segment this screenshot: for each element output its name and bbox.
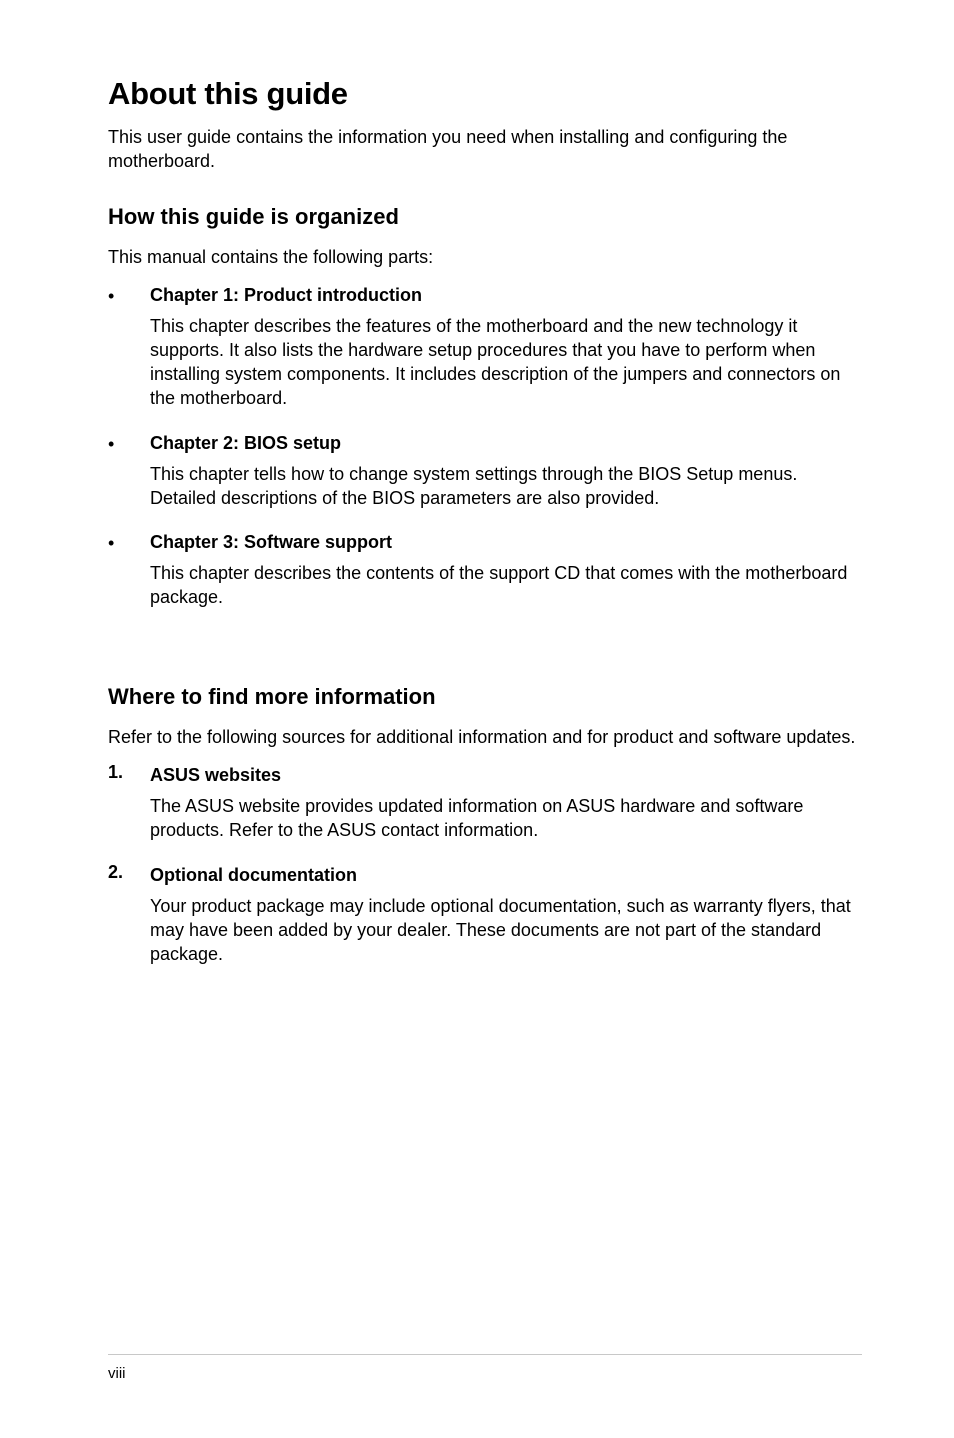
page-content: About this guide This user guide contain…: [108, 76, 862, 981]
section1-intro: This manual contains the following parts…: [108, 246, 862, 270]
item-text: This chapter describes the features of t…: [150, 315, 862, 411]
item-body: ASUS websites The ASUS website provides …: [150, 762, 862, 857]
item-text: The ASUS website provides updated inform…: [150, 795, 862, 843]
item-text: This chapter describes the contents of t…: [150, 562, 862, 610]
footer-divider: [108, 1354, 862, 1356]
list-item: 1. ASUS websites The ASUS website provid…: [108, 762, 862, 857]
page-number: viii: [108, 1365, 862, 1382]
bullet-icon: •: [108, 529, 150, 624]
item-text: Your product package may include optiona…: [150, 895, 862, 967]
intro-text: This user guide contains the information…: [108, 126, 862, 174]
section1-heading: How this guide is organized: [108, 204, 862, 230]
list-item: 2. Optional documentation Your product p…: [108, 862, 862, 981]
list-item: • Chapter 3: Software support This chapt…: [108, 529, 862, 624]
page-title: About this guide: [108, 76, 862, 112]
item-body: Chapter 1: Product introduction This cha…: [150, 282, 862, 425]
item-title: Chapter 1: Product introduction: [150, 282, 862, 309]
item-number: 2.: [108, 862, 150, 981]
item-title: Chapter 3: Software support: [150, 529, 862, 556]
bullet-icon: •: [108, 282, 150, 425]
bullet-icon: •: [108, 430, 150, 525]
list-item: • Chapter 2: BIOS setup This chapter tel…: [108, 430, 862, 525]
spacer: [108, 629, 862, 684]
item-title: ASUS websites: [150, 762, 862, 789]
list-item: • Chapter 1: Product introduction This c…: [108, 282, 862, 425]
item-title: Optional documentation: [150, 862, 862, 889]
item-body: Chapter 2: BIOS setup This chapter tells…: [150, 430, 862, 525]
item-number: 1.: [108, 762, 150, 857]
page-footer: viii: [108, 1354, 862, 1383]
item-text: This chapter tells how to change system …: [150, 463, 862, 511]
item-title: Chapter 2: BIOS setup: [150, 430, 862, 457]
section2-intro: Refer to the following sources for addit…: [108, 726, 862, 750]
item-body: Optional documentation Your product pack…: [150, 862, 862, 981]
item-body: Chapter 3: Software support This chapter…: [150, 529, 862, 624]
section2-heading: Where to find more information: [108, 684, 862, 710]
